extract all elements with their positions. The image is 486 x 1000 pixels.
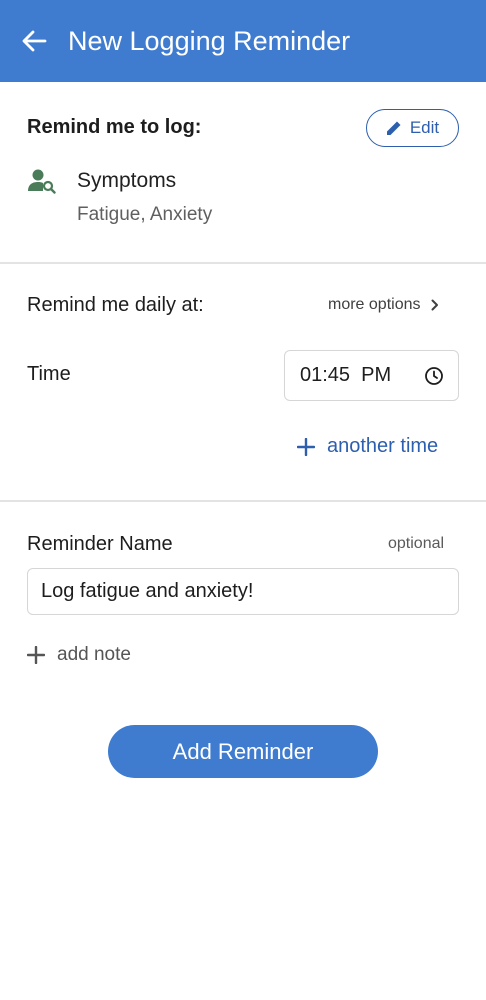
person-search-icon xyxy=(28,169,56,194)
page-title: New Logging Reminder xyxy=(68,26,351,56)
log-category: Symptoms xyxy=(77,169,177,192)
plus-icon xyxy=(297,437,315,456)
add-reminder-button[interactable]: Add Reminder xyxy=(108,725,378,778)
pencil-icon xyxy=(386,121,401,135)
more-options-link[interactable]: more options xyxy=(328,296,439,314)
log-items: Fatigue, Anxiety xyxy=(77,204,213,225)
arrow-left-icon xyxy=(22,30,47,52)
add-note-label: add note xyxy=(57,644,131,665)
reminder-name-label: Reminder Name xyxy=(27,533,173,555)
chevron-right-icon xyxy=(431,299,438,311)
time-value: 01:45 PM xyxy=(300,364,392,386)
plus-icon xyxy=(27,646,45,664)
divider xyxy=(0,262,486,264)
back-button[interactable] xyxy=(18,25,50,57)
edit-button-label: Edit xyxy=(409,118,440,137)
add-note-button[interactable]: add note xyxy=(27,644,131,666)
app-bar: New Logging Reminder xyxy=(0,0,486,82)
remind-log-heading: Remind me to log: xyxy=(27,116,202,138)
add-reminder-label: Add Reminder xyxy=(172,738,314,764)
time-label: Time xyxy=(27,363,71,385)
more-options-label: more options xyxy=(328,296,421,313)
time-input[interactable]: 01:45 PM xyxy=(284,350,459,401)
divider xyxy=(0,500,486,502)
reminder-name-input[interactable]: Log fatigue and anxiety! xyxy=(27,568,459,615)
clock-icon[interactable] xyxy=(424,366,444,386)
schedule-heading: Remind me daily at: xyxy=(27,294,204,316)
edit-button[interactable]: Edit xyxy=(366,109,459,147)
reminder-name-value: Log fatigue and anxiety! xyxy=(41,580,254,602)
add-another-time-label: another time xyxy=(327,435,439,457)
optional-label: optional xyxy=(388,535,445,552)
add-another-time-button[interactable]: another time xyxy=(297,435,438,458)
